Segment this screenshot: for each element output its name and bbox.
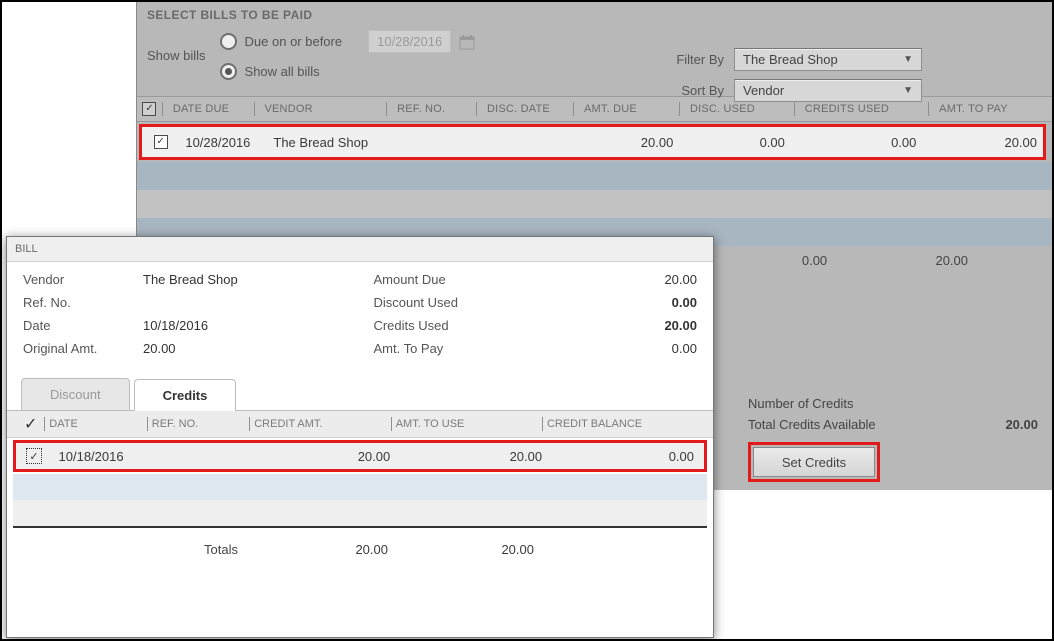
filter-by-select[interactable]: The Bread Shop ▼ bbox=[734, 48, 922, 71]
col-date-due[interactable]: DATE DUE bbox=[167, 103, 254, 115]
table-row bbox=[13, 474, 707, 500]
bill-detail-popup: BILL VendorThe Bread Shop Ref. No. Date1… bbox=[6, 236, 714, 638]
credit-date: 10/18/2016 bbox=[53, 449, 158, 464]
credits-summary: Number of Credits Total Credits Availabl… bbox=[748, 396, 1038, 482]
orig-amt-value: 20.00 bbox=[143, 341, 176, 356]
set-credits-highlight: Set Credits bbox=[748, 442, 880, 482]
radio-show-all-bills[interactable] bbox=[220, 63, 237, 80]
orig-amt-label: Original Amt. bbox=[23, 341, 143, 356]
cell-vendor: The Bread Shop bbox=[267, 127, 397, 157]
date-label: Date bbox=[23, 318, 143, 333]
amt-due-value: 20.00 bbox=[664, 272, 697, 287]
filter-by-value: The Bread Shop bbox=[743, 52, 838, 67]
num-credits-label: Number of Credits bbox=[748, 396, 853, 411]
credit-amt: 20.00 bbox=[263, 449, 396, 464]
filter-by-label: Filter By bbox=[664, 52, 724, 67]
radio-all-label: Show all bills bbox=[245, 64, 320, 79]
tab-discount[interactable]: Discount bbox=[21, 378, 130, 410]
chevron-down-icon: ▼ bbox=[903, 54, 913, 65]
disc-used-value: 0.00 bbox=[672, 295, 697, 310]
bill-row-selected[interactable]: ✓ 10/28/2016 The Bread Shop 20.00 0.00 0… bbox=[139, 124, 1046, 160]
cell-disc-used: 0.00 bbox=[679, 127, 791, 157]
col-credit-date[interactable]: DATE bbox=[49, 418, 147, 430]
date-value: 10/18/2016 bbox=[143, 318, 208, 333]
col-credit-balance[interactable]: CREDIT BALANCE bbox=[547, 418, 703, 430]
vendor-value: The Bread Shop bbox=[143, 272, 238, 287]
cell-ref bbox=[397, 127, 483, 157]
amt-to-pay-label: Amt. To Pay bbox=[373, 341, 493, 356]
col-amt-to-use[interactable]: AMT. TO USE bbox=[396, 418, 542, 430]
cell-date-due: 10/28/2016 bbox=[179, 127, 267, 157]
sort-by-label: Sort By bbox=[664, 83, 724, 98]
select-all-checkbox[interactable]: ✓ bbox=[142, 102, 156, 116]
sort-by-select[interactable]: Vendor ▼ bbox=[734, 79, 922, 102]
credit-use: 20.00 bbox=[396, 449, 548, 464]
section-title: SELECT BILLS TO BE PAID bbox=[137, 2, 1052, 26]
check-column-icon: ✓ bbox=[17, 414, 44, 434]
total-credits-value: 20.00 bbox=[1005, 417, 1038, 432]
amt-to-pay-value: 0.00 bbox=[672, 341, 697, 356]
totals-credit-amt: 20.00 bbox=[248, 542, 394, 557]
total-amt-to-pay: 20.00 bbox=[929, 253, 1052, 268]
radio-due-label: Due on or before bbox=[245, 34, 343, 49]
radio-due-on-or-before[interactable] bbox=[220, 33, 237, 50]
set-credits-button[interactable]: Set Credits bbox=[753, 447, 875, 477]
show-bills-label: Show bills bbox=[147, 48, 206, 63]
total-credits-label: Total Credits Available bbox=[748, 417, 876, 432]
cred-used-value: 20.00 bbox=[664, 318, 697, 333]
credit-row-checkbox[interactable]: ✓ bbox=[26, 448, 42, 464]
table-row bbox=[13, 500, 707, 526]
cell-amt-due: 20.00 bbox=[577, 127, 680, 157]
cell-credits-used: 0.00 bbox=[791, 127, 923, 157]
cell-amt-to-pay: 20.00 bbox=[922, 127, 1043, 157]
col-vendor[interactable]: VENDOR bbox=[258, 103, 386, 115]
calendar-icon bbox=[459, 34, 475, 50]
disc-used-label: Discount Used bbox=[373, 295, 493, 310]
popup-title: BILL bbox=[7, 237, 713, 262]
tab-credits[interactable]: Credits bbox=[134, 379, 237, 411]
total-credits-used: 0.00 bbox=[796, 253, 930, 268]
cred-used-label: Credits Used bbox=[373, 318, 493, 333]
totals-label: Totals bbox=[13, 542, 248, 557]
totals-amt-to-use: 20.00 bbox=[394, 542, 540, 557]
table-row bbox=[137, 162, 1052, 190]
sort-by-value: Vendor bbox=[743, 83, 784, 98]
table-row bbox=[137, 190, 1052, 218]
col-credit-amt[interactable]: CREDIT AMT. bbox=[254, 418, 391, 430]
chevron-down-icon: ▼ bbox=[903, 85, 913, 96]
credit-row[interactable]: ✓ 10/18/2016 20.00 20.00 0.00 bbox=[16, 443, 704, 469]
filters: Filter By The Bread Shop ▼ Sort By Vendo… bbox=[664, 48, 922, 110]
col-disc-date[interactable]: DISC. DATE bbox=[481, 103, 573, 115]
credit-bal: 0.00 bbox=[548, 449, 700, 464]
row-checkbox[interactable]: ✓ bbox=[154, 135, 168, 149]
col-amt-to-pay[interactable]: AMT. TO PAY bbox=[933, 103, 1052, 115]
cell-disc-date bbox=[483, 127, 576, 157]
col-credit-ref[interactable]: REF. NO. bbox=[152, 418, 250, 430]
col-ref-no[interactable]: REF. NO. bbox=[391, 103, 476, 115]
due-date-input: 10/28/2016 bbox=[368, 30, 451, 53]
ref-label: Ref. No. bbox=[23, 295, 143, 310]
amt-due-label: Amount Due bbox=[373, 272, 493, 287]
credit-row-highlight: ✓ 10/18/2016 20.00 20.00 0.00 bbox=[13, 440, 707, 472]
vendor-label: Vendor bbox=[23, 272, 143, 287]
